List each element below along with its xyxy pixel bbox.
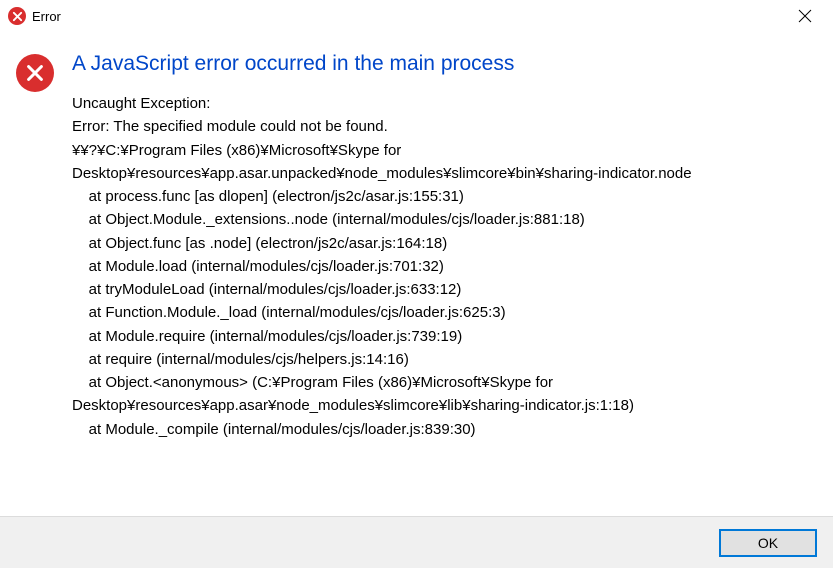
- close-button[interactable]: [785, 1, 825, 31]
- dialog-content: A JavaScript error occurred in the main …: [0, 32, 833, 453]
- window-title: Error: [32, 9, 61, 24]
- dialog-body: Uncaught Exception: Error: The specified…: [72, 92, 821, 441]
- dialog-footer: OK: [0, 516, 833, 568]
- dialog-heading: A JavaScript error occurred in the main …: [72, 52, 821, 76]
- error-icon: [16, 54, 54, 92]
- titlebar: Error: [0, 0, 833, 32]
- ok-button[interactable]: OK: [719, 529, 817, 557]
- close-icon: [798, 9, 812, 23]
- titlebar-left: Error: [8, 7, 61, 25]
- dialog-text: A JavaScript error occurred in the main …: [72, 52, 821, 441]
- error-icon-small: [8, 7, 26, 25]
